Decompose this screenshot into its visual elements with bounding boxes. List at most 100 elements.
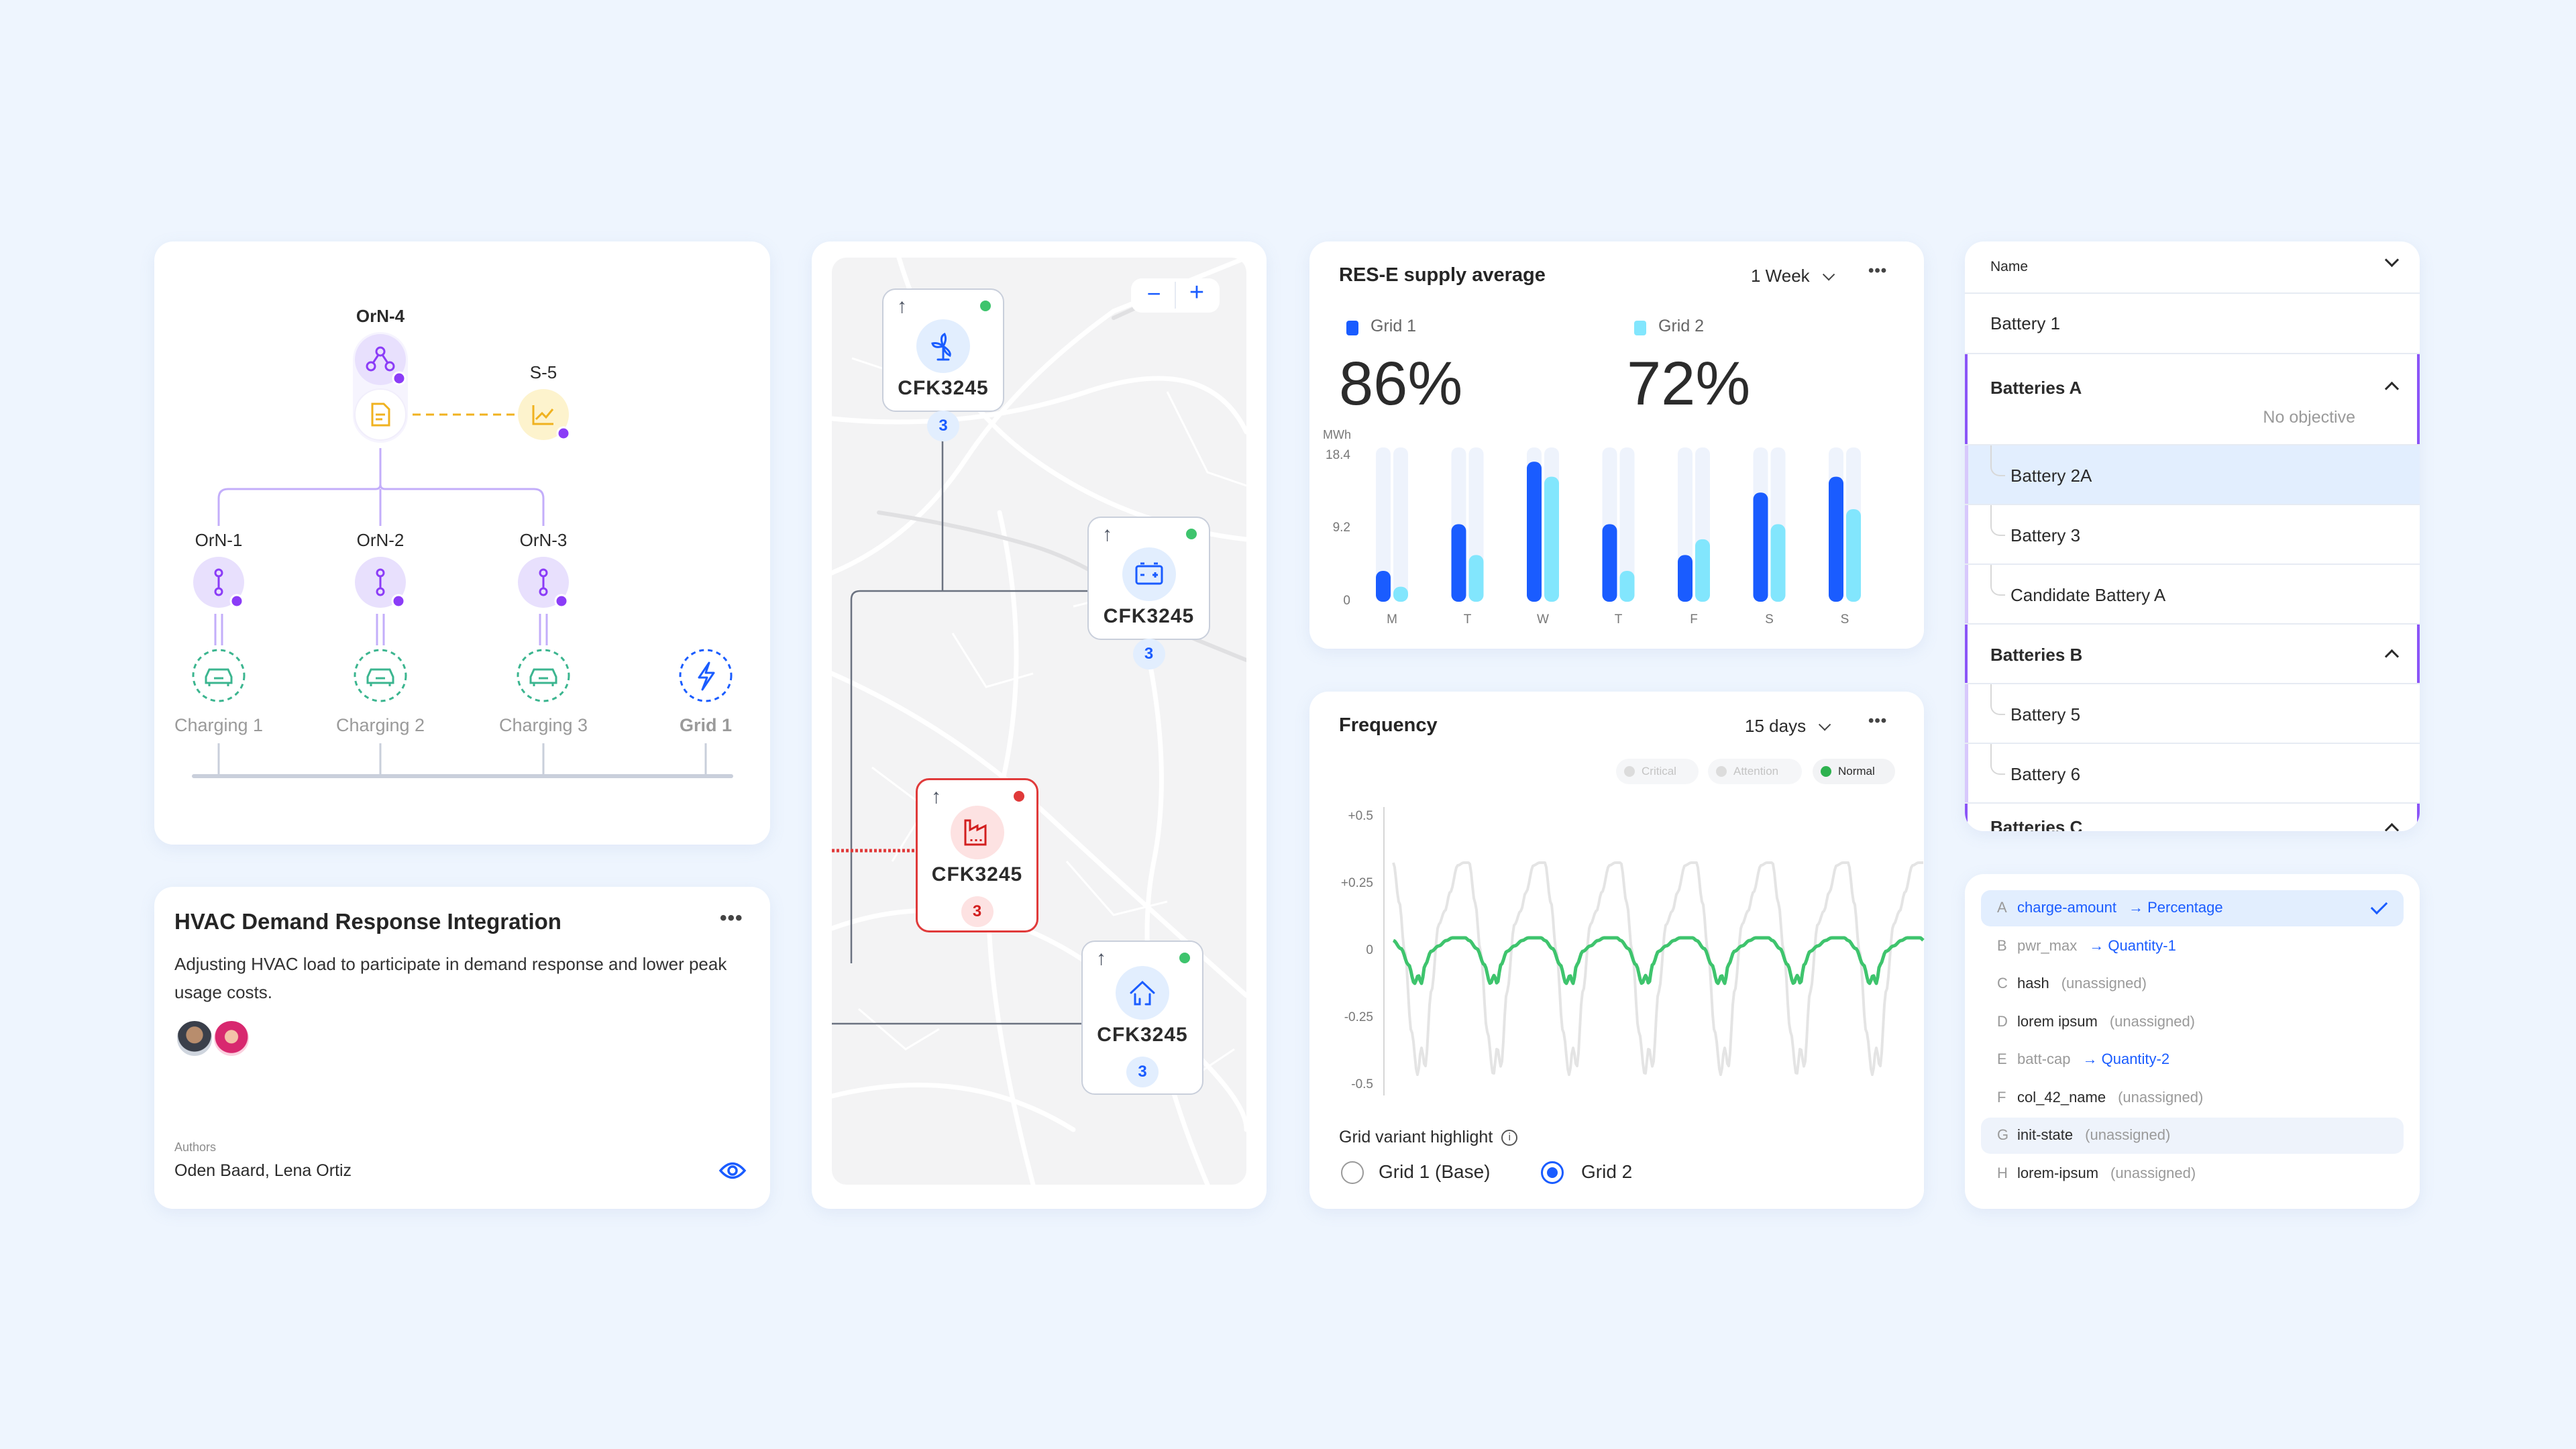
tree-child[interactable]: Battery 3 [1965,505,2420,565]
radio-label[interactable]: Grid 1 (Base) [1379,1161,1491,1183]
group-rail [1965,684,1968,743]
bar-grid-1[interactable] [1376,571,1391,602]
group-rail [1965,445,1968,504]
mapping-row[interactable]: Ebatt-cap → Quantity-2 [1981,1042,2404,1078]
bar-grid-1[interactable] [1602,524,1617,602]
group-rail [1965,744,1968,802]
bar-grid-2[interactable] [1468,555,1484,602]
y-tick-label: +0.25 [1340,876,1373,890]
item-label: Battery 1 [1990,313,2061,333]
chevron-up-icon[interactable] [2384,381,2400,396]
grid-label: Grid 1 [679,715,733,735]
tree-child[interactable]: Battery 5 [1965,684,2420,744]
info-icon[interactable]: i [1501,1130,1518,1146]
group-meta: No objective [2263,408,2355,427]
tree-item[interactable]: Battery 1 [1965,294,2420,354]
tree-child[interactable]: Candidate Battery A [1965,565,2420,625]
tree-elbow [1990,565,2005,596]
bar-grid-1[interactable] [1753,492,1768,602]
group-indicator [2417,804,2420,831]
mapping-row[interactable]: Hlorem-ipsum (unassigned) [1981,1156,2404,1192]
tree-elbow [1990,505,2005,536]
y-tick-label: +0.5 [1348,809,1373,823]
bar-grid-2[interactable] [1846,509,1861,602]
field-key: pwr_max → Quantity-1 [2017,936,2176,954]
tree-child-selected[interactable]: Battery 2A [1965,445,2420,505]
group-rail [1965,505,1968,564]
mapping-row[interactable]: Chash (unassigned) [1981,966,2404,1002]
arrow-up-icon: ↑ [931,786,941,808]
mapping-row[interactable]: Acharge-amount → Percentage [1981,890,2404,926]
map-node[interactable]: ↑ CFK3245 3 [1087,517,1210,669]
row-letter: C [1997,975,2008,991]
group-indicator [1965,804,1968,831]
side-label: S-5 [529,362,557,382]
map-node-alert[interactable]: ↑ CFK3245 3 [916,778,1038,932]
root-label: OrN-4 [356,306,405,326]
radio-grid1-base[interactable] [1341,1161,1364,1184]
radio-grid2[interactable] [1541,1161,1564,1184]
bar-grid-1[interactable] [1678,555,1693,602]
grid-endpoint [679,649,733,702]
bar-grid-2[interactable] [1695,539,1710,602]
chevron-up-icon[interactable] [2384,822,2400,831]
avatar[interactable] [213,1020,250,1057]
zoom-out-button[interactable]: − [1140,280,1167,308]
bar-grid-1[interactable] [1527,462,1542,602]
node-id: CFK3245 [1097,1024,1188,1046]
field-key: lorem ipsum (unassigned) [2017,1012,2195,1030]
item-label: Battery 6 [2010,764,2081,784]
avatar[interactable] [176,1020,213,1057]
charging-endpoints [192,649,570,702]
mapping-row[interactable]: Ginit-state (unassigned) [1981,1118,2404,1154]
tree-group[interactable]: Batteries A No objective [1965,354,2420,445]
row-letter: B [1997,936,2007,954]
series-line-grid-2[interactable] [1392,936,1925,985]
field-key: hash (unassigned) [2017,975,2147,991]
item-label: Battery 5 [2010,704,2081,724]
y-tick-label: 18.4 [1326,447,1350,462]
chevron-up-icon[interactable] [2384,649,2400,664]
tree-header[interactable]: Name [1965,241,2420,294]
card-title: HVAC Demand Response Integration [174,909,561,934]
mapping-row[interactable]: Bpwr_max → Quantity-1 [1981,928,2404,965]
eye-icon[interactable] [718,1161,747,1181]
topology-connectors [192,332,733,778]
tree-group[interactable]: Batteries C [1965,804,2420,831]
node-count-badge: 3 [1132,639,1165,669]
field-mapping-card: Acharge-amount → Percentage Bpwr_max → Quan… [1965,874,2420,1209]
bar-grid-1[interactable] [1829,476,1843,602]
tree-elbow [1990,744,2005,775]
zoom-in-button[interactable]: + [1182,278,1212,307]
bar-grid-2[interactable] [1393,586,1408,602]
mapping-row[interactable]: Dlorem ipsum (unassigned) [1981,1004,2404,1040]
bar-grid-1[interactable] [1451,524,1466,602]
map-canvas[interactable]: − + ↑ CFK3245 3 ↑ CFK3245 3 ↑ CFK3245 3 … [832,258,1246,1185]
map-node[interactable]: ↑ CFK3245 3 [1081,941,1203,1095]
bar-grid-2[interactable] [1544,476,1559,602]
child-status-dots [229,594,569,608]
check-icon [2370,897,2388,915]
radio-label[interactable]: Grid 2 [1581,1161,1632,1183]
mapping-row[interactable]: Fcol_42_name (unassigned) [1981,1080,2404,1116]
variant-label-text: Grid variant highlight [1339,1128,1493,1146]
y-tick-label: 9.2 [1332,521,1350,535]
tree-child[interactable]: Battery 6 [1965,744,2420,804]
bar-grid-2[interactable] [1619,571,1635,602]
frequency-card: Frequency 15 days ••• Critical Attention… [1309,692,1925,1209]
row-letter: H [1997,1164,2008,1181]
hvac-card[interactable]: HVAC Demand Response Integration ••• Adj… [154,887,770,1209]
asset-tree-card: Name Battery 1 Batteries A No objective … [1965,241,2420,831]
field-key: lorem-ipsum (unassigned) [2017,1164,2196,1181]
x-tick-label: T [1614,612,1623,627]
root-status-dot [392,371,407,386]
map-node[interactable]: ↑ CFK3245 3 [882,288,1004,441]
series-line-grid-1-base-[interactable] [1392,861,1923,1076]
side-status-dot [556,426,571,441]
more-options-button[interactable]: ••• [720,907,743,930]
node-id: CFK3245 [898,377,989,399]
bar-grid-2[interactable] [1770,524,1786,602]
arrow-up-icon: ↑ [1096,947,1106,969]
tree-group[interactable]: Batteries B [1965,625,2420,684]
arrow-up-icon: ↑ [897,295,907,317]
